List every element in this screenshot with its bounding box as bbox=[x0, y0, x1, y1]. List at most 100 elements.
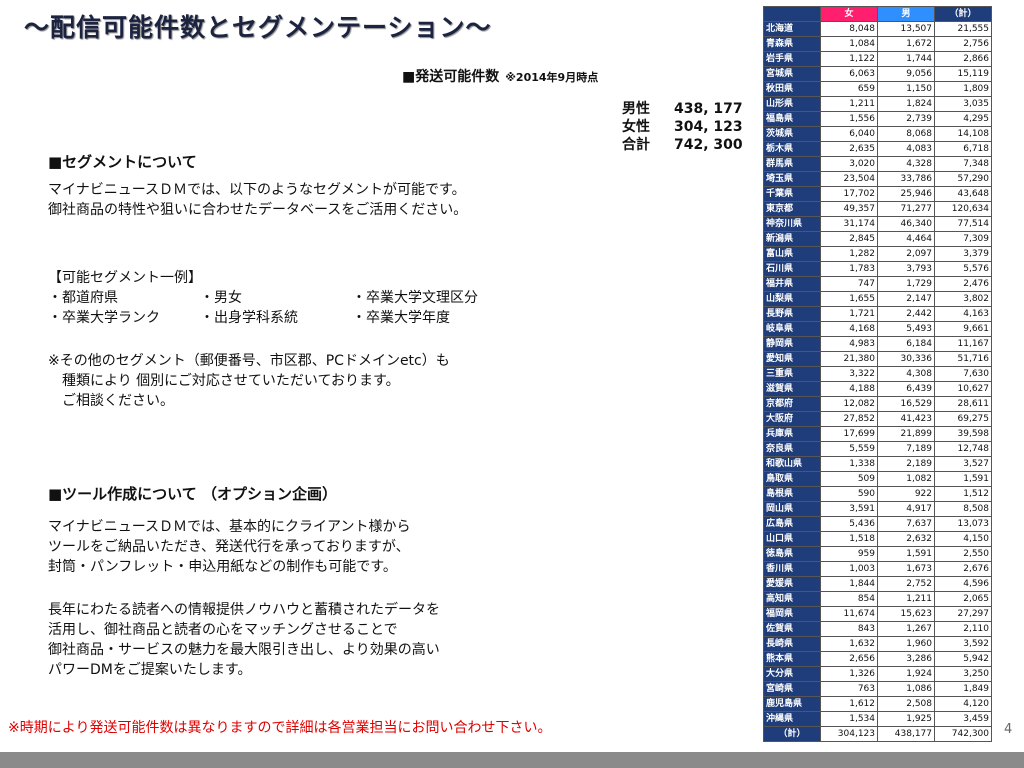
cell-total: 4,150 bbox=[934, 531, 992, 547]
segment-example: ・卒業大学ランク bbox=[48, 310, 160, 326]
cell-female: 1,556 bbox=[820, 111, 878, 127]
cell-female: 854 bbox=[820, 591, 878, 607]
total-label: 女性 bbox=[622, 119, 650, 135]
cell-total: 3,379 bbox=[934, 246, 992, 262]
total-row-female: 女性 304, 123 bbox=[622, 118, 744, 136]
cell-male: 2,442 bbox=[877, 306, 935, 322]
cell-male: 1,924 bbox=[877, 666, 935, 682]
cell-total: 8,508 bbox=[934, 501, 992, 517]
cell-prefecture: 神奈川県 bbox=[763, 216, 821, 232]
cell-total: 742,300 bbox=[934, 726, 992, 742]
cell-male: 1,672 bbox=[877, 36, 935, 52]
total-row-sum: 合計 742, 300 bbox=[622, 136, 744, 154]
tool-para-line: パワーDMをご提案いたします。 bbox=[48, 662, 252, 678]
cell-prefecture: 兵庫県 bbox=[763, 426, 821, 442]
cell-total: 15,119 bbox=[934, 66, 992, 82]
segment-example: ・都道府県 bbox=[48, 290, 118, 306]
cell-male: 2,097 bbox=[877, 246, 935, 262]
cell-female: 1,721 bbox=[820, 306, 878, 322]
cell-total: 1,512 bbox=[934, 486, 992, 502]
cell-prefecture: 滋賀県 bbox=[763, 381, 821, 397]
cell-female: 23,504 bbox=[820, 171, 878, 187]
cell-female: 1,211 bbox=[820, 96, 878, 112]
cell-male: 46,340 bbox=[877, 216, 935, 232]
table-row: 長崎県 1,632 1,960 3,592 bbox=[763, 636, 992, 652]
cell-total: 2,065 bbox=[934, 591, 992, 607]
cell-total: 7,348 bbox=[934, 156, 992, 172]
table-row: 京都府 12,082 16,529 28,611 bbox=[763, 396, 992, 412]
table-row: 鹿児島県 1,612 2,508 4,120 bbox=[763, 696, 992, 712]
cell-prefecture: （計） bbox=[763, 726, 821, 742]
table-row: 佐賀県 843 1,267 2,110 bbox=[763, 621, 992, 637]
cell-female: 590 bbox=[820, 486, 878, 502]
cell-prefecture: 高知県 bbox=[763, 591, 821, 607]
cell-prefecture: 宮崎県 bbox=[763, 681, 821, 697]
cell-total: 2,866 bbox=[934, 51, 992, 67]
cell-prefecture: 青森県 bbox=[763, 36, 821, 52]
cell-female: 1,084 bbox=[820, 36, 878, 52]
cell-female: 1,844 bbox=[820, 576, 878, 592]
segment-note-line: 種類により 個別にご対応させていただいております。 bbox=[62, 373, 400, 389]
cell-female: 1,783 bbox=[820, 261, 878, 277]
cell-prefecture: 東京都 bbox=[763, 201, 821, 217]
cell-female: 763 bbox=[820, 681, 878, 697]
cell-female: 3,020 bbox=[820, 156, 878, 172]
table-row: 沖縄県 1,534 1,925 3,459 bbox=[763, 711, 992, 727]
cell-prefecture: 北海道 bbox=[763, 21, 821, 37]
cell-male: 438,177 bbox=[877, 726, 935, 742]
table-row: 宮崎県 763 1,086 1,849 bbox=[763, 681, 992, 697]
segment-heading: ■セグメントについて bbox=[48, 153, 197, 171]
segment-example-row: ・卒業大学ランク ・出身学科系統 ・卒業大学年度 bbox=[48, 308, 478, 328]
cell-total: 2,550 bbox=[934, 546, 992, 562]
cell-male: 4,083 bbox=[877, 141, 935, 157]
cell-female: 12,082 bbox=[820, 396, 878, 412]
cell-male: 1,211 bbox=[877, 591, 935, 607]
cell-total: 27,297 bbox=[934, 606, 992, 622]
segment-example: ・男女 bbox=[200, 290, 242, 306]
cell-prefecture: 岐阜県 bbox=[763, 321, 821, 337]
segment-intro-line: マイナビニュースＤＭでは、以下のようなセグメントが可能です。 bbox=[48, 182, 466, 198]
cell-prefecture: 千葉県 bbox=[763, 186, 821, 202]
cell-female: 5,559 bbox=[820, 441, 878, 457]
table-row: 三重県 3,322 4,308 7,630 bbox=[763, 366, 992, 382]
table-row: 東京都 49,357 71,277 120,634 bbox=[763, 201, 992, 217]
table-row: 富山県 1,282 2,097 3,379 bbox=[763, 246, 992, 262]
cell-male: 16,529 bbox=[877, 396, 935, 412]
segment-example: ・卒業大学年度 bbox=[352, 310, 450, 326]
cell-female: 11,674 bbox=[820, 606, 878, 622]
cell-total: 4,295 bbox=[934, 111, 992, 127]
cell-prefecture: 山形県 bbox=[763, 96, 821, 112]
table-row: 岡山県 3,591 4,917 8,508 bbox=[763, 501, 992, 517]
cell-male: 1,086 bbox=[877, 681, 935, 697]
cell-total: 5,576 bbox=[934, 261, 992, 277]
cell-female: 1,338 bbox=[820, 456, 878, 472]
table-row: 滋賀県 4,188 6,439 10,627 bbox=[763, 381, 992, 397]
table-row: 栃木県 2,635 4,083 6,718 bbox=[763, 141, 992, 157]
cell-prefecture: 鳥取県 bbox=[763, 471, 821, 487]
cell-total: 3,459 bbox=[934, 711, 992, 727]
table-row: 千葉県 17,702 25,946 43,648 bbox=[763, 186, 992, 202]
page-title: 〜配信可能件数とセグメンテーション〜 bbox=[24, 13, 492, 42]
table-row: 福岡県 11,674 15,623 27,297 bbox=[763, 606, 992, 622]
tool-para-line: 御社商品・サービスの魅力を最大限引き出し、より効果の高い bbox=[48, 642, 440, 658]
segment-example: ・出身学科系統 bbox=[200, 310, 298, 326]
cell-male: 21,899 bbox=[877, 426, 935, 442]
cell-male: 4,328 bbox=[877, 156, 935, 172]
cell-total: 21,555 bbox=[934, 21, 992, 37]
cell-male: 6,439 bbox=[877, 381, 935, 397]
cell-female: 304,123 bbox=[820, 726, 878, 742]
cell-prefecture: 栃木県 bbox=[763, 141, 821, 157]
tool-para-2: 長年にわたる読者への情報提供ノウハウと蓄積されたデータを 活用し、御社商品と読者… bbox=[48, 600, 440, 680]
cell-male: 33,786 bbox=[877, 171, 935, 187]
tool-para-line: ツールをご納品いただき、発送代行を承っておりますが、 bbox=[48, 539, 410, 555]
tool-para-line: 長年にわたる読者への情報提供ノウハウと蓄積されたデータを bbox=[48, 602, 440, 618]
table-row: 石川県 1,783 3,793 5,576 bbox=[763, 261, 992, 277]
cell-female: 1,655 bbox=[820, 291, 878, 307]
cell-total: 3,527 bbox=[934, 456, 992, 472]
cell-total: 7,630 bbox=[934, 366, 992, 382]
cell-prefecture: 熊本県 bbox=[763, 651, 821, 667]
table-row: 長野県 1,721 2,442 4,163 bbox=[763, 306, 992, 322]
table-row: 北海道 8,048 13,507 21,555 bbox=[763, 21, 992, 37]
send-count-title: ■発送可能件数 ※2014年9月時点 bbox=[402, 66, 598, 86]
cell-female: 27,852 bbox=[820, 411, 878, 427]
